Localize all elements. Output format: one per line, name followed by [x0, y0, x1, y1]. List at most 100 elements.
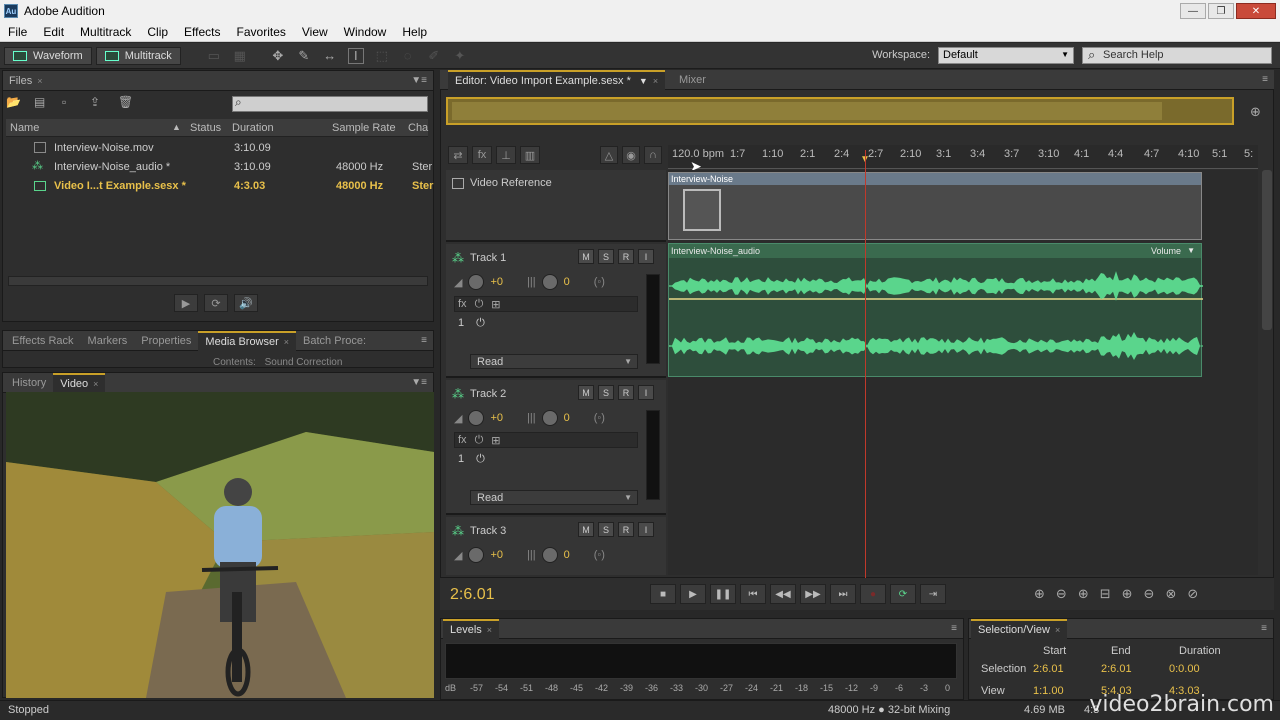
selection-duration[interactable]: 0:0.00	[1169, 663, 1237, 675]
menu-edit[interactable]: Edit	[35, 25, 72, 39]
tab-markers[interactable]: Markers	[81, 331, 135, 351]
zoom-in-time-icon[interactable]: ⊕	[1078, 586, 1089, 602]
menu-help[interactable]: Help	[394, 25, 435, 39]
loop-playback-button[interactable]: ⟳	[890, 584, 916, 604]
tab-selection-view[interactable]: Selection/View ×	[971, 618, 1068, 639]
volume-knob[interactable]	[468, 274, 485, 290]
fx-power-icon[interactable]: ⏻	[475, 434, 484, 447]
file-row-audio[interactable]: ⁂ Interview-Noise_audio * 3:10.09 48000 …	[6, 157, 432, 176]
record-arm-button[interactable]: R	[618, 249, 634, 264]
record-arm-button[interactable]: R	[618, 385, 634, 400]
editor-vertical-scrollbar[interactable]	[1262, 170, 1272, 330]
zoom-out-amplitude-icon[interactable]: ⊖	[1056, 586, 1067, 602]
track-2-effect-slot[interactable]: 1 ⏻	[454, 452, 638, 466]
slip-tool-icon[interactable]: ↔	[322, 48, 338, 64]
mute-button[interactable]: M	[578, 522, 594, 537]
zoom-out-point-icon[interactable]: ⊖	[1144, 586, 1155, 602]
video-clip[interactable]: Interview-Noise	[668, 172, 1202, 240]
editor-tab-close-icon[interactable]: ×	[653, 76, 658, 86]
tab-effects-rack[interactable]: Effects Rack	[5, 331, 81, 351]
selection-start[interactable]: 2:6.01	[1033, 663, 1101, 675]
headphones-icon[interactable]: ∩	[644, 146, 662, 164]
eq-icon[interactable]: ▥	[520, 146, 540, 164]
mute-button[interactable]: M	[578, 249, 594, 264]
minimize-button[interactable]: —	[1180, 3, 1206, 19]
slot-power-icon[interactable]: ⏻	[476, 453, 485, 466]
levels-menu-icon[interactable]: ≡	[951, 623, 957, 634]
menu-view[interactable]: View	[294, 25, 336, 39]
input-monitor-icon[interactable]: ◉	[622, 146, 640, 164]
tab-video[interactable]: Video ×	[53, 372, 106, 393]
levels-close-icon[interactable]: ×	[487, 625, 492, 635]
audio-clip-track-1[interactable]: Interview-Noise_audio Volume ▼	[668, 243, 1203, 377]
playhead-line[interactable]	[865, 150, 866, 578]
file-row-session[interactable]: Video I...t Example.sesx * 4:3.03 48000 …	[6, 176, 433, 195]
col-status[interactable]: Status	[190, 122, 221, 134]
files-panel-menu-icon[interactable]: ▼≡	[411, 75, 427, 86]
selection-end[interactable]: 2:6.01	[1101, 663, 1169, 675]
play-button[interactable]: ▶	[680, 584, 706, 604]
record-arm-button[interactable]: R	[618, 522, 634, 537]
pan-knob[interactable]	[541, 410, 558, 426]
solo-button[interactable]: S	[598, 522, 614, 537]
clip-volume-param[interactable]: Volume	[1151, 244, 1181, 258]
col-channels[interactable]: Cha	[408, 122, 428, 134]
menu-window[interactable]: Window	[336, 25, 395, 39]
clip-param-dropdown-icon[interactable]: ▼	[1187, 244, 1195, 258]
track-2-name[interactable]: Track 2	[470, 388, 506, 400]
preview-play-icon[interactable]: ▶	[174, 294, 198, 312]
input-monitor-button[interactable]: I	[638, 522, 654, 537]
brush-tool-icon[interactable]: ✐	[426, 48, 442, 64]
workspace-select[interactable]: Default	[938, 47, 1074, 64]
track-2-automation-mode[interactable]: Read	[470, 490, 638, 505]
pan-value[interactable]: 0	[564, 549, 570, 561]
zoom-in-amplitude-icon[interactable]: ⊕	[1034, 586, 1045, 602]
menu-clip[interactable]: Clip	[139, 25, 176, 39]
zoom-selection-icon[interactable]: ⊗	[1165, 586, 1176, 602]
marquee-tool-icon[interactable]: ⬚	[374, 48, 390, 64]
stereo-icon[interactable]: (◦)	[594, 412, 605, 424]
slot-power-icon[interactable]: ⏻	[476, 317, 485, 330]
solo-button[interactable]: S	[598, 249, 614, 264]
session-overview-bar[interactable]	[446, 97, 1234, 125]
zoom-full-icon[interactable]: ⊘	[1187, 586, 1198, 602]
pan-value[interactable]: 0	[564, 276, 570, 288]
stereo-icon[interactable]: (◦)	[594, 549, 605, 561]
selection-view-close-icon[interactable]: ×	[1055, 625, 1060, 635]
swap-icon[interactable]: ⇄	[448, 146, 468, 164]
middle-panel-menu-icon[interactable]: ≡	[421, 335, 427, 346]
video-panel-menu-icon[interactable]: ▼≡	[411, 377, 427, 388]
input-monitor-button[interactable]: I	[638, 249, 654, 264]
spot-healing-tool-icon[interactable]: ✦	[452, 48, 468, 64]
lasso-tool-icon[interactable]: ◌	[400, 48, 416, 64]
fx-bypass-icon[interactable]: ⊞	[491, 434, 500, 447]
open-file-icon[interactable]: 📂	[6, 95, 24, 109]
record-button[interactable]: ●	[860, 584, 886, 604]
delete-file-icon[interactable]: 🗑	[118, 95, 136, 109]
insert-into-multitrack-icon[interactable]: ⇪	[90, 95, 108, 109]
video-tab-close-icon[interactable]: ×	[93, 379, 98, 389]
search-help-input[interactable]: Search Help	[1082, 47, 1272, 64]
media-browser-close-icon[interactable]: ×	[284, 337, 289, 347]
fx-power-icon[interactable]: ⏻	[475, 298, 484, 311]
pan-knob[interactable]	[541, 274, 558, 290]
files-search-input[interactable]	[232, 95, 428, 112]
current-time-display[interactable]: 2:6.01	[450, 586, 494, 604]
track-1-effect-slot[interactable]: 1 ⏻	[454, 316, 638, 330]
zoom-in-point-icon[interactable]: ⊕	[1122, 586, 1133, 602]
waveform-mode-button[interactable]: Waveform	[4, 46, 92, 65]
volume-knob[interactable]	[468, 547, 485, 563]
fast-forward-button[interactable]: ▶▶	[800, 584, 826, 604]
files-tab-close-icon[interactable]: ×	[37, 76, 42, 86]
input-monitor-button[interactable]: I	[638, 385, 654, 400]
effects-icon[interactable]: fx	[472, 146, 492, 164]
track-1-automation-mode[interactable]: Read	[470, 354, 638, 369]
menu-effects[interactable]: Effects	[176, 25, 228, 39]
file-row-video[interactable]: Interview-Noise.mov 3:10.09	[6, 138, 428, 157]
move-to-next-button[interactable]: ⏭	[830, 584, 856, 604]
files-tab[interactable]: Files	[9, 75, 32, 87]
maximize-button[interactable]: ❐	[1208, 3, 1234, 19]
editor-panel-menu-icon[interactable]: ≡	[1262, 74, 1268, 85]
volume-value[interactable]: +0	[490, 276, 503, 288]
tab-mixer[interactable]: Mixer	[672, 70, 713, 90]
